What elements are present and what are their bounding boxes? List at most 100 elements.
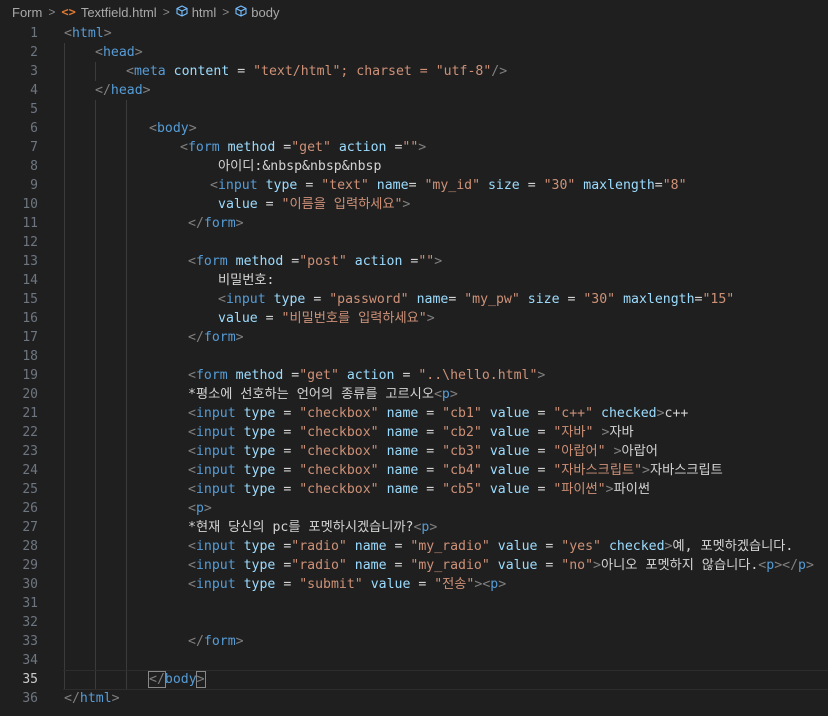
- breadcrumb-item-file[interactable]: <> Textfield.html: [61, 5, 156, 20]
- code-token: >: [656, 406, 665, 421]
- code-line[interactable]: 24 <input type = "checkbox" name = "cb4" …: [0, 461, 828, 480]
- symbol-element-icon: [235, 4, 247, 20]
- line-number: 8: [30, 159, 38, 174]
- code-line[interactable]: 3 <meta content = "text/html"; charset = …: [0, 62, 828, 81]
- chevron-right-icon: >: [222, 5, 230, 19]
- code-text: </body>: [148, 670, 206, 689]
- code-line[interactable]: 13 <form method ="post" action ="">: [0, 252, 828, 271]
- code-text: <input type = "checkbox" name = "cb3" va…: [188, 442, 658, 461]
- code-line[interactable]: 5: [0, 100, 828, 119]
- code-token: p: [766, 558, 775, 573]
- code-line[interactable]: 7 <form method ="get" action ="">: [0, 138, 828, 157]
- code-line[interactable]: 28 <input type ="radio" name = "my_radio"…: [0, 537, 828, 556]
- code-token: "30": [583, 292, 616, 307]
- code-line[interactable]: 30 <input type = "submit" value = "전송"><p…: [0, 575, 828, 594]
- code-line[interactable]: 12: [0, 233, 828, 252]
- code-token: html: [71, 26, 104, 41]
- code-token: name: [386, 425, 419, 440]
- code-line[interactable]: 31: [0, 594, 828, 613]
- code-token: >: [134, 45, 143, 60]
- line-number: 19: [22, 368, 38, 383]
- code-line[interactable]: 21 <input type = "checkbox" name = "cb1" …: [0, 404, 828, 423]
- code-token: =: [537, 558, 562, 573]
- code-token: <: [188, 254, 196, 269]
- code-line[interactable]: 23 <input type = "checkbox" name = "cb3" …: [0, 442, 828, 461]
- code-text: </html>: [64, 689, 120, 708]
- code-token: html: [79, 691, 112, 706]
- code-line[interactable]: 27 *현재 당신의 pc를 포멧하시겠습니까?<p>: [0, 518, 828, 537]
- code-text: <form method ="post" action ="">: [188, 252, 442, 271]
- code-line[interactable]: 16 value = "비밀번호를 입력하세요">: [0, 309, 828, 328]
- code-token: "radio": [291, 558, 347, 573]
- code-text: 비밀번호:: [218, 271, 274, 290]
- line-number: 18: [22, 349, 38, 364]
- code-line[interactable]: 35 </body>: [0, 670, 828, 690]
- line-number: 24: [22, 463, 38, 478]
- code-line[interactable]: 17 </form>: [0, 328, 828, 347]
- code-line[interactable]: 33 </form>: [0, 632, 828, 651]
- code-line[interactable]: 14 비밀번호:: [0, 271, 828, 290]
- code-line[interactable]: 18: [0, 347, 828, 366]
- code-token: meta: [133, 64, 166, 79]
- code-line[interactable]: 4 </head>: [0, 81, 828, 100]
- breadcrumb-item-body[interactable]: body: [235, 5, 279, 20]
- code-line[interactable]: 10 value = "이름을 입력하세요">: [0, 195, 828, 214]
- breadcrumb-item-form[interactable]: Form: [12, 5, 42, 20]
- code-token: "my_radio": [410, 558, 490, 573]
- line-number: 23: [22, 444, 38, 459]
- breadcrumb-label: Textfield.html: [80, 4, 157, 20]
- code-line[interactable]: 1 <html>: [0, 24, 828, 43]
- code-token: 아이디:&nbsp&nbsp&nbsp: [218, 159, 382, 174]
- code-token: >: [111, 691, 120, 706]
- line-number: 10: [22, 197, 38, 212]
- code-token: <: [218, 292, 226, 307]
- code-token: 자바스크립트: [649, 463, 723, 478]
- html-file-icon: <>: [61, 5, 76, 19]
- line-number: 27: [22, 520, 38, 535]
- code-line[interactable]: 22 <input type = "checkbox" name = "cb2" …: [0, 423, 828, 442]
- line-number: 35: [22, 672, 38, 687]
- code-token: "submit": [299, 577, 363, 592]
- code-line[interactable]: 9 <input type = "text" name= "my_id" size…: [0, 176, 828, 195]
- code-line[interactable]: 25 <input type = "checkbox" name = "cb5" …: [0, 480, 828, 499]
- code-token: =: [257, 197, 282, 212]
- code-token: name: [386, 444, 419, 459]
- code-editor[interactable]: 1 <html> 2 <head> 3 <meta content = "text/htm…: [0, 24, 828, 716]
- code-line[interactable]: 11 </form>: [0, 214, 828, 233]
- code-token: =: [402, 254, 419, 269]
- code-token: <: [95, 45, 103, 60]
- code-line[interactable]: 32: [0, 613, 828, 632]
- code-line[interactable]: 36 </html>: [0, 689, 828, 708]
- code-token: "cb5": [442, 482, 482, 497]
- code-token: head: [110, 83, 143, 98]
- code-line[interactable]: 26 <p>: [0, 499, 828, 518]
- code-token: *현재 당신의 pc를 포멧하시겠습니까?: [188, 520, 414, 535]
- code-token: input: [195, 482, 236, 497]
- code-text: value = "비밀번호를 입력하세요">: [218, 309, 435, 328]
- code-token: p: [798, 558, 806, 573]
- code-line[interactable]: 15 <input type = "password" name= "my_pw"…: [0, 290, 828, 309]
- code-line[interactable]: 29 <input type ="radio" name = "my_radio"…: [0, 556, 828, 575]
- code-line[interactable]: 34: [0, 651, 828, 670]
- code-token: =: [519, 178, 544, 193]
- code-line[interactable]: 19 <form method ="get" action = "..\hello…: [0, 366, 828, 385]
- code-line[interactable]: 6 <body>: [0, 119, 828, 138]
- code-token: =: [275, 444, 300, 459]
- code-token: "cb2": [442, 425, 482, 440]
- breadcrumb-item-html[interactable]: html: [176, 5, 216, 20]
- code-token: "checkbox": [299, 406, 379, 421]
- code-line[interactable]: 2 <head>: [0, 43, 828, 62]
- code-token: <: [188, 558, 196, 573]
- code-token: <: [188, 425, 196, 440]
- code-line[interactable]: 20 *평소에 선호하는 언어의 종류를 고르시오<p>: [0, 385, 828, 404]
- code-line[interactable]: 8 아이디:&nbsp&nbsp&nbsp: [0, 157, 828, 176]
- code-token: "15": [702, 292, 735, 307]
- code-token: "이름을 입력하세요": [281, 197, 403, 212]
